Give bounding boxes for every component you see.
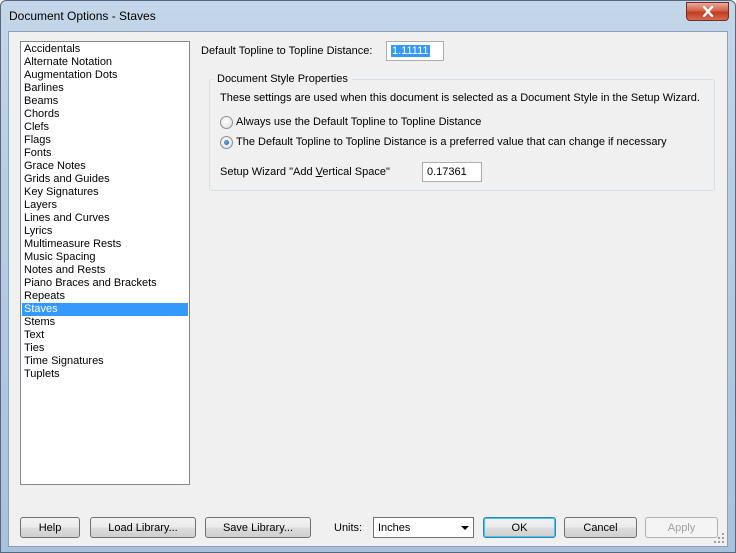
radio-preferred-value-label[interactable]: The Default Topline to Topline Distance … <box>236 135 667 149</box>
topline-distance-label: Default Topline to Topline Distance: <box>201 45 373 57</box>
sidebar-item[interactable]: Piano Braces and Brackets <box>22 277 188 290</box>
sidebar-item[interactable]: Grace Notes <box>22 160 188 173</box>
sidebar-item[interactable]: Lyrics <box>22 225 188 238</box>
document-options-window: Document Options - Staves Accidentals Alt… <box>0 0 736 553</box>
wizard-label-post: ertical Space" <box>322 166 390 178</box>
sidebar-item[interactable]: Grids and Guides <box>22 173 188 186</box>
group-description: These settings are used when this docume… <box>220 92 700 104</box>
sidebar-item[interactable]: Fonts <box>22 147 188 160</box>
sidebar-item[interactable]: Music Spacing <box>22 251 188 264</box>
load-library-button[interactable]: Load Library... <box>90 517 196 538</box>
sidebar-item[interactable]: Tuplets <box>22 368 188 381</box>
sidebar-item[interactable]: Flags <box>22 134 188 147</box>
category-list[interactable]: Accidentals Alternate Notation Augmentatio… <box>20 41 190 485</box>
wizard-vertical-space-label: Setup Wizard "Add Vertical Space" <box>220 165 390 179</box>
resize-grip-icon[interactable] <box>713 532 725 544</box>
wizard-vertical-space-input[interactable]: 0.17361 <box>422 162 482 182</box>
sidebar-item[interactable]: Multimeasure Rests <box>22 238 188 251</box>
apply-button: Apply <box>645 517 718 538</box>
sidebar-item[interactable]: Clefs <box>22 121 188 134</box>
sidebar-item[interactable]: Key Signatures <box>22 186 188 199</box>
cancel-button-label: Cancel <box>583 521 618 534</box>
units-select[interactable]: Inches <box>373 517 474 538</box>
wizard-vertical-space-value: 0.17361 <box>427 166 467 178</box>
sidebar-item[interactable]: Alternate Notation <box>22 56 188 69</box>
sidebar-item[interactable]: Chords <box>22 108 188 121</box>
help-button[interactable]: Help <box>20 517 80 538</box>
sidebar-item[interactable]: Accidentals <box>22 43 188 56</box>
ok-button-label: OK <box>511 521 528 534</box>
cancel-button[interactable]: Cancel <box>564 517 637 538</box>
save-library-button[interactable]: Save Library... <box>205 517 311 538</box>
ok-button[interactable]: OK <box>483 517 556 538</box>
group-title: Document Style Properties <box>213 72 352 86</box>
close-icon <box>702 6 713 17</box>
save-library-label: Save Library... <box>222 521 294 534</box>
radio-selected-dot <box>224 140 229 145</box>
radio-preferred-value[interactable] <box>220 136 233 149</box>
window-title: Document Options - Staves <box>9 9 156 23</box>
dialog-client-area: Accidentals Alternate Notation Augmentatio… <box>8 31 728 547</box>
sidebar-item[interactable]: Augmentation Dots <box>22 69 188 82</box>
units-label: Units: <box>334 522 363 534</box>
sidebar-item[interactable]: Layers <box>22 199 188 212</box>
radio-always-default[interactable] <box>220 116 233 129</box>
sidebar-item[interactable]: Repeats <box>22 290 188 303</box>
sidebar-item[interactable]: Barlines <box>22 82 188 95</box>
units-value: Inches <box>378 522 411 534</box>
radio-always-default-label[interactable]: Always use the Default Topline to Toplin… <box>236 115 481 129</box>
chevron-down-icon <box>461 526 469 530</box>
topline-distance-value: 1.11111 <box>391 45 430 57</box>
title-bar[interactable]: Document Options - Staves <box>1 1 735 31</box>
wizard-label-pre: Setup Wizard "Add <box>220 166 316 178</box>
close-button[interactable] <box>686 2 729 21</box>
apply-button-label: Apply <box>667 521 696 534</box>
sidebar-item[interactable]: Lines and Curves <box>22 212 188 225</box>
load-library-label: Load Library... <box>108 521 178 534</box>
sidebar-item[interactable]: Ties <box>22 342 188 355</box>
sidebar-item[interactable]: Notes and Rests <box>22 264 188 277</box>
sidebar-item[interactable]: Staves <box>22 303 188 316</box>
sidebar-item[interactable]: Text <box>22 329 188 342</box>
sidebar-item[interactable]: Stems <box>22 316 188 329</box>
topline-distance-input[interactable]: 1.11111 <box>386 41 444 61</box>
help-button-label: Help <box>38 521 62 534</box>
sidebar-item[interactable]: Time Signatures <box>22 355 188 368</box>
sidebar-item[interactable]: Beams <box>22 95 188 108</box>
